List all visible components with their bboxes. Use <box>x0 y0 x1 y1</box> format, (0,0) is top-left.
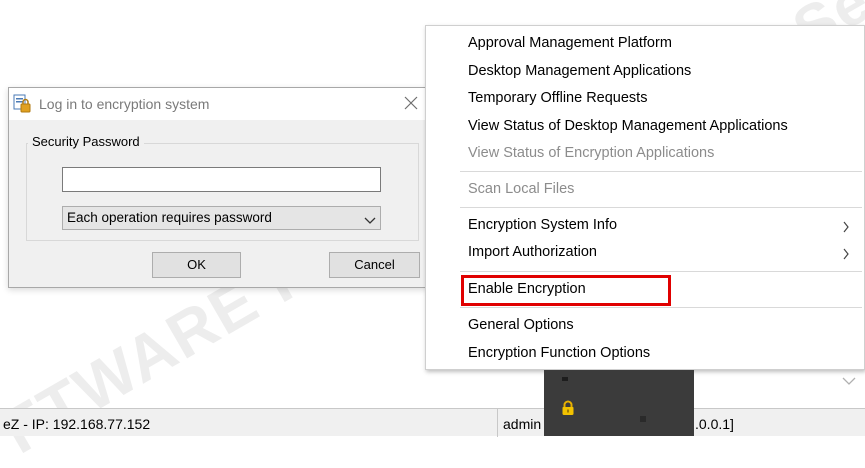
password-mode-value: Each operation requires password <box>67 210 272 225</box>
menu-item-view-encryption-status: View Status of Encryption Applications <box>468 145 715 161</box>
menu-item-scan-local-files: Scan Local Files <box>468 181 575 197</box>
password-input[interactable] <box>62 167 381 192</box>
password-mode-select[interactable]: Each operation requires password <box>62 206 381 230</box>
tray-marker <box>562 377 568 381</box>
menu-item-offline-requests[interactable]: Temporary Offline Requests <box>468 90 647 106</box>
chevron-down-icon[interactable] <box>842 373 856 385</box>
close-icon[interactable] <box>399 91 423 115</box>
chevron-down-icon <box>364 213 376 224</box>
context-menu: Approval Management Platform Desktop Man… <box>425 25 865 370</box>
status-divider <box>497 409 498 437</box>
menu-separator <box>460 271 862 272</box>
chevron-right-icon <box>842 247 850 260</box>
dialog-titlebar: Log in to encryption system <box>9 88 427 120</box>
tray-marker <box>640 416 646 422</box>
status-user: admin <box>503 416 542 432</box>
menu-item-approval-platform[interactable]: Approval Management Platform <box>468 35 672 51</box>
encryption-app-icon <box>12 94 32 114</box>
status-ip: eZ - IP: 192.168.77.152 <box>3 416 151 432</box>
menu-item-view-desktop-status[interactable]: View Status of Desktop Management Applic… <box>468 118 788 134</box>
cancel-button[interactable]: Cancel <box>329 252 420 278</box>
menu-item-encryption-info[interactable]: Encryption System Info <box>468 217 617 233</box>
status-bar: eZ - IP: 192.168.77.152 admin .0.0.1] <box>0 408 865 437</box>
menu-item-enable-encryption[interactable]: Enable Encryption <box>468 281 586 297</box>
lock-icon[interactable] <box>561 400 575 416</box>
status-address: .0.0.1] <box>695 416 734 432</box>
menu-item-encryption-function-options[interactable]: Encryption Function Options <box>468 345 650 361</box>
menu-separator <box>460 171 862 172</box>
group-label: Security Password <box>28 134 144 149</box>
menu-item-desktop-management[interactable]: Desktop Management Applications <box>468 63 691 79</box>
menu-item-import-authorization[interactable]: Import Authorization <box>468 244 597 260</box>
menu-separator <box>460 207 862 208</box>
menu-item-general-options[interactable]: General Options <box>468 317 574 333</box>
ok-button[interactable]: OK <box>152 252 241 278</box>
chevron-right-icon <box>842 220 850 233</box>
login-dialog: Log in to encryption system Security Pas… <box>8 87 428 288</box>
menu-separator <box>460 307 862 308</box>
dialog-title: Log in to encryption system <box>39 96 210 112</box>
